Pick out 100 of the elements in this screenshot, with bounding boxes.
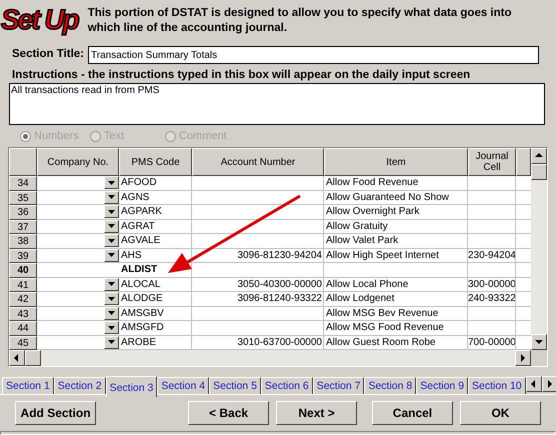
table-cell — [468, 263, 516, 278]
tab-scroll-left-button[interactable] — [526, 376, 542, 392]
section-tab[interactable]: Section 5 — [209, 377, 261, 394]
section-tab[interactable]: Section 4 — [157, 377, 210, 394]
row-number: 39 — [9, 248, 37, 263]
section-tab[interactable]: Section 3 — [106, 376, 158, 397]
dropdown-button[interactable] — [104, 336, 119, 348]
section-title-label: Section Title: — [12, 47, 84, 62]
dropdown-field[interactable] — [37, 306, 119, 321]
dropdown-button[interactable] — [104, 176, 119, 189]
column-header[interactable]: Company No. — [37, 148, 119, 176]
section-tab[interactable]: Section 2 — [54, 377, 106, 394]
table-cell: AROBE — [119, 336, 192, 350]
table-cell — [516, 205, 531, 220]
dropdown-field[interactable] — [37, 205, 119, 220]
table-cell — [516, 263, 531, 278]
row-number: 43 — [9, 306, 37, 321]
scroll-thumb[interactable] — [531, 164, 547, 180]
dropdown-field[interactable] — [37, 220, 119, 234]
dropdown-button[interactable] — [104, 278, 119, 290]
table-cell: AGVALE — [119, 234, 192, 248]
dropdown-button[interactable] — [104, 306, 119, 320]
table-cell — [516, 234, 531, 248]
set-up-logo: Set Up — [1, 3, 80, 37]
table-cell: AFOOD — [119, 176, 192, 190]
table-cell — [516, 190, 531, 205]
row-number: 38 — [9, 234, 37, 248]
vertical-scrollbar[interactable] — [531, 148, 547, 366]
scroll-up-button[interactable] — [531, 148, 547, 164]
section-tab[interactable]: Section 6 — [260, 377, 313, 394]
table-cell: Allow High Speet Internet — [324, 248, 468, 263]
caret-icon — [108, 340, 115, 344]
back-button[interactable]: < Back — [188, 401, 270, 425]
table-cell: AGRAT — [119, 220, 192, 234]
dropdown-button[interactable] — [104, 205, 119, 218]
add-section-button[interactable]: Add Section — [15, 401, 96, 425]
caret-icon — [108, 296, 115, 300]
description-text: This portion of DSTAT is designed to allow you to specify what data goes into which line of the accounting journal. — [88, 6, 513, 36]
next-button[interactable]: Next > — [276, 401, 358, 425]
caret-icon — [108, 253, 115, 257]
row-number: 34 — [9, 176, 37, 190]
dropdown-button[interactable] — [104, 234, 119, 247]
table-cell — [516, 292, 531, 306]
section-tab[interactable]: Section 10 — [468, 377, 526, 394]
table-cell: 240-93322 — [468, 292, 516, 306]
section-title-field[interactable]: Transaction Summary Totals — [88, 46, 539, 64]
horizontal-scrollbar[interactable] — [9, 350, 531, 366]
table-cell — [468, 234, 516, 248]
dropdown-field[interactable] — [37, 190, 119, 205]
caret-icon — [108, 224, 115, 228]
section-tab[interactable]: Section 1 — [2, 377, 54, 394]
caret-icon — [108, 210, 115, 214]
column-header[interactable]: Account Number — [192, 148, 324, 176]
dropdown-field[interactable] — [37, 278, 119, 292]
dropdown-field[interactable] — [37, 176, 119, 190]
instructions-label: Instructions - the instructions typed in this box will appear on the daily input screen — [11, 68, 472, 83]
column-header[interactable] — [516, 148, 531, 176]
section-tab[interactable]: Section 7 — [312, 377, 364, 394]
caret-icon — [108, 311, 115, 315]
dropdown-button[interactable] — [104, 292, 119, 305]
dropdown-button[interactable] — [104, 321, 119, 334]
scroll-right-button[interactable] — [515, 350, 531, 366]
table-cell: AGPARK — [119, 205, 192, 220]
scroll-left-button[interactable] — [9, 350, 25, 366]
dropdown-button[interactable] — [104, 248, 119, 262]
table-cell: Allow Valet Park — [324, 234, 468, 248]
dropdown-field[interactable] — [37, 336, 119, 350]
table-cell: 3050-40300-00000 — [192, 278, 324, 292]
ok-button[interactable]: OK — [460, 401, 541, 425]
dropdown-field[interactable] — [37, 248, 119, 263]
table-cell: 3096-81230-94204 — [192, 248, 324, 263]
row-number: 42 — [9, 292, 37, 306]
table-cell: AMSGFD — [119, 321, 192, 336]
table-cell: Allow Local Phone — [324, 278, 468, 292]
section-tab[interactable]: Section 9 — [416, 377, 468, 394]
scroll-thumb[interactable] — [25, 350, 41, 366]
caret-icon — [108, 180, 115, 184]
table-cell: AGNS — [119, 190, 192, 205]
column-header[interactable]: Item — [324, 148, 468, 176]
section-tab[interactable]: Section 8 — [364, 377, 416, 394]
cancel-button[interactable]: Cancel — [372, 401, 453, 425]
table-cell — [516, 278, 531, 292]
dropdown-field[interactable] — [37, 321, 119, 336]
dropdown-button[interactable] — [104, 220, 119, 232]
row-number: 44 — [9, 321, 37, 336]
column-header[interactable]: Journal Cell — [468, 148, 516, 176]
scroll-down-button[interactable] — [531, 334, 547, 350]
table-cell: Allow Food Revenue — [324, 176, 468, 190]
tab-scroll-right-button[interactable] — [542, 376, 556, 392]
instructions-field[interactable]: All transactions read in from PMS — [9, 83, 545, 125]
dropdown-field[interactable] — [37, 234, 119, 248]
table-cell — [468, 306, 516, 321]
row-number: 37 — [9, 220, 37, 234]
table-cell: ALOCAL — [119, 278, 192, 292]
table-cell: AMSGBV — [119, 306, 192, 321]
dropdown-field[interactable] — [37, 292, 119, 306]
table-cell: Allow Overnight Park — [324, 205, 468, 220]
column-header[interactable]: PMS Code — [119, 148, 192, 176]
table-cell: Allow Guaranteed No Show — [324, 190, 468, 205]
dropdown-button[interactable] — [104, 190, 119, 204]
